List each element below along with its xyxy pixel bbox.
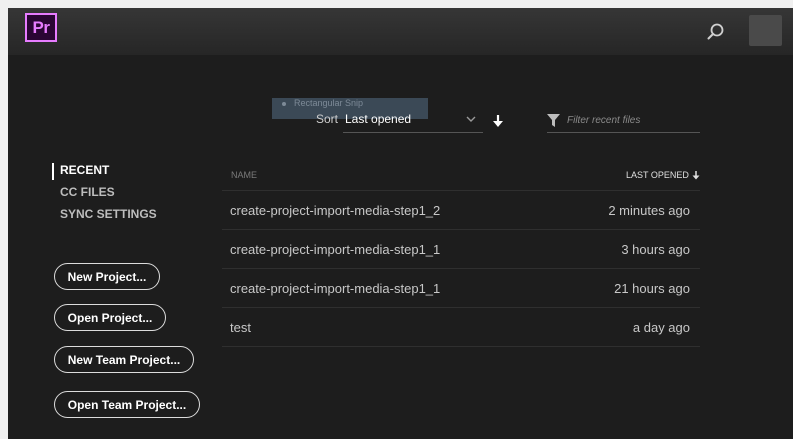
search-button[interactable] (703, 19, 729, 45)
file-name: create-project-import-media-step1_1 (230, 242, 441, 257)
nav-item-sync-settings[interactable]: SYNC SETTINGS (60, 207, 157, 221)
table-row[interactable]: create-project-import-media-step1_2 2 mi… (222, 190, 700, 229)
new-team-project-button[interactable]: New Team Project... (54, 346, 194, 373)
premiere-pro-logo: Pr (25, 13, 57, 42)
filter-input[interactable] (567, 111, 697, 129)
last-opened-time: 21 hours ago (614, 281, 690, 296)
last-opened-time: 2 minutes ago (608, 203, 690, 218)
table-divider (222, 346, 700, 347)
search-icon (707, 23, 724, 40)
chevron-down-icon (466, 116, 476, 122)
premiere-start-screen: Pr Rectangular Snip Sort Last opened REC… (8, 8, 793, 439)
sort-value: Last opened (345, 112, 412, 126)
nav-item-cc-files[interactable]: CC FILES (60, 185, 115, 199)
column-header-last-opened[interactable]: LAST OPENED (626, 170, 700, 180)
file-name: test (230, 320, 251, 335)
new-project-button[interactable]: New Project... (54, 263, 160, 290)
open-team-project-button[interactable]: Open Team Project... (54, 391, 200, 418)
user-avatar[interactable] (749, 15, 782, 46)
file-name: create-project-import-media-step1_1 (230, 281, 441, 296)
table-row[interactable]: create-project-import-media-step1_1 21 h… (222, 268, 700, 307)
table-row[interactable]: create-project-import-media-step1_1 3 ho… (222, 229, 700, 268)
snip-dot-icon (282, 101, 286, 106)
sort-dropdown[interactable]: Last opened (343, 109, 483, 133)
open-project-button[interactable]: Open Project... (54, 304, 166, 331)
top-bar: Pr (8, 8, 793, 55)
snip-tooltip-text: Rectangular Snip (294, 98, 364, 108)
file-name: create-project-import-media-step1_2 (230, 203, 441, 218)
active-nav-indicator (52, 163, 54, 180)
sort-arrow-icon (692, 170, 700, 179)
nav-item-recent[interactable]: RECENT (60, 163, 109, 177)
last-opened-time: a day ago (632, 320, 690, 335)
sort-label: Sort (316, 112, 339, 126)
last-opened-time: 3 hours ago (621, 242, 690, 257)
sort-direction-button[interactable] (491, 113, 505, 129)
table-row[interactable]: test a day ago (222, 307, 700, 346)
column-header-name[interactable]: NAME (231, 170, 257, 180)
filter-icon (547, 114, 560, 127)
column-header-last-opened-label: LAST OPENED (626, 170, 689, 180)
filter-field (547, 109, 700, 133)
arrow-down-icon (493, 115, 503, 127)
